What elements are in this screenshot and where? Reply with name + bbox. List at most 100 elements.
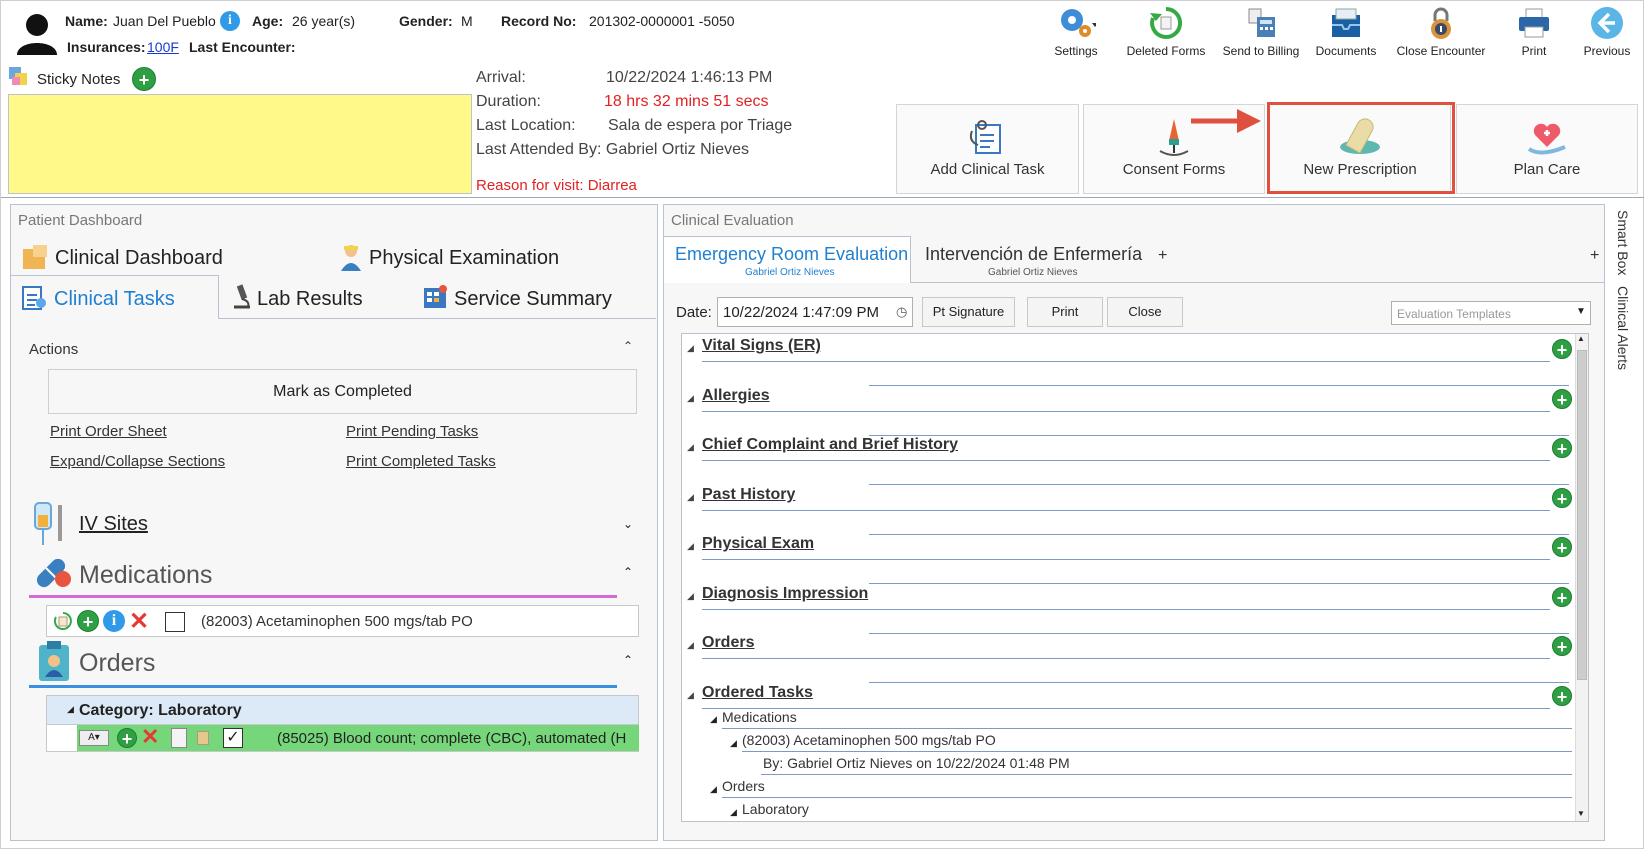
section-past-history-label[interactable]: Past History (702, 486, 795, 504)
print-order-sheet-link[interactable]: Print Order Sheet (50, 423, 167, 440)
patient-dashboard-title: Patient Dashboard (18, 212, 143, 229)
medication-checkbox[interactable] (165, 612, 185, 632)
plan-care-button[interactable]: Plan Care (1456, 104, 1638, 194)
add-tab-button[interactable]: + (1158, 247, 1167, 265)
order-row[interactable]: A▾ + ✕ ✓ (85025) Blood count; complete (… (46, 724, 639, 752)
scroll-down-icon[interactable]: ▼ (1577, 809, 1585, 818)
history-icon[interactable] (53, 611, 73, 631)
previous-label: Previous (1583, 44, 1631, 58)
add-order-button[interactable]: + (117, 728, 137, 749)
heart-hand-icon (1527, 123, 1566, 155)
date-input[interactable]: 10/22/2024 1:47:09 PM ◷ (717, 297, 913, 327)
scroll-thumb[interactable] (1577, 350, 1587, 680)
section-ordered-tasks-label[interactable]: Ordered Tasks (702, 684, 813, 702)
lock-icon (1431, 7, 1451, 39)
tree-orders[interactable]: Orders (722, 778, 765, 794)
tab-clinical-dashboard[interactable]: Clinical Dashboard (55, 247, 223, 270)
deleted-forms-label: Deleted Forms (1126, 44, 1206, 58)
tree-laboratory[interactable]: Laboratory (742, 801, 809, 817)
smart-box-tab[interactable]: Smart Box (1615, 210, 1631, 275)
add-diagnosis-button[interactable]: + (1552, 587, 1572, 608)
microscope-icon (230, 283, 254, 311)
section-physical-exam-label[interactable]: Physical Exam (702, 535, 814, 553)
info-icon[interactable]: i (220, 11, 240, 31)
deleted-forms-button[interactable]: Deleted Forms (1121, 5, 1211, 58)
collapse-medications-icon[interactable]: ⌃ (623, 565, 633, 579)
tab-physical-examination[interactable]: Physical Examination (369, 247, 559, 270)
pt-signature-button[interactable]: Pt Signature (922, 297, 1015, 327)
close-encounter-button[interactable]: Close Encounter (1391, 5, 1491, 58)
record-number: 201302-0000001 -5050 (589, 13, 735, 29)
evaluation-print-button[interactable]: Print (1027, 297, 1103, 327)
add-chief-complaint-button[interactable]: + (1552, 438, 1572, 459)
print-pending-tasks-link[interactable]: Print Pending Tasks (346, 423, 478, 440)
add-evaluation-button[interactable]: + (1590, 247, 1599, 265)
category-expand-icon[interactable]: ◢ (67, 704, 74, 715)
section-vital-signs-label[interactable]: Vital Signs (ER) (702, 337, 821, 355)
tab-service-summary[interactable]: Service Summary (454, 288, 612, 311)
mark-completed-button[interactable]: Mark as Completed (48, 369, 637, 414)
tree-expand-icon[interactable]: ◢ (730, 807, 737, 818)
print-completed-tasks-link[interactable]: Print Completed Tasks (346, 453, 496, 470)
add-allergies-button[interactable]: + (1552, 389, 1572, 410)
add-medication-button[interactable]: + (77, 610, 99, 632)
add-clinical-task-label: Add Clinical Task (930, 161, 1045, 178)
tab-er-evaluation-author: Gabriel Ortiz Nieves (745, 267, 835, 278)
tab-clinical-tasks[interactable]: Clinical Tasks (54, 288, 175, 311)
reason-for-visit: Reason for visit: Diarrea (476, 177, 637, 194)
tree-expand-icon[interactable]: ◢ (730, 738, 737, 749)
tree-med-item[interactable]: (82003) Acetaminophen 500 mgs/tab PO (742, 732, 996, 748)
settings-button[interactable]: Settings (1031, 5, 1121, 58)
scrollbar[interactable]: ▲ ▼ (1575, 334, 1588, 821)
medication-info-icon[interactable]: i (103, 610, 125, 632)
add-ordered-tasks-button[interactable]: + (1552, 686, 1572, 707)
tab-underline (219, 318, 656, 319)
tab-nursing-intervention[interactable]: Intervención de Enfermería (925, 244, 1142, 265)
document-add-icon[interactable] (171, 728, 187, 748)
sticky-note-area[interactable] (8, 94, 472, 194)
font-dropdown-icon[interactable]: A▾ (79, 730, 109, 746)
add-sticky-note-button[interactable]: + (132, 67, 156, 91)
evaluation-close-button[interactable]: Close (1107, 297, 1183, 327)
section-allergies-label[interactable]: Allergies (702, 387, 770, 405)
evaluation-templates-select[interactable]: Evaluation Templates ▼ (1391, 301, 1591, 325)
iv-sites-header[interactable]: IV Sites (79, 513, 148, 536)
remove-order-icon[interactable]: ✕ (141, 724, 159, 750)
section-chief-complaint-label[interactable]: Chief Complaint and Brief History (702, 436, 958, 454)
send-to-billing-button[interactable]: Send to Billing (1216, 5, 1306, 58)
add-clinical-task-button[interactable]: Add Clinical Task (896, 104, 1079, 194)
consent-forms-label: Consent Forms (1122, 161, 1226, 178)
gender-label: Gender: (399, 13, 453, 29)
add-vital-signs-button[interactable]: + (1552, 339, 1572, 360)
previous-button[interactable]: Previous (1567, 5, 1644, 58)
patient-age: 26 year(s) (292, 13, 356, 29)
tree-expand-icon[interactable]: ◢ (710, 714, 717, 725)
print-button[interactable]: Print (1489, 5, 1579, 58)
add-physical-exam-button[interactable]: + (1552, 537, 1572, 558)
insurance-link[interactable]: 100F (147, 39, 179, 55)
note-icon[interactable] (197, 731, 209, 745)
section-diagnosis-label[interactable]: Diagnosis Impression (702, 585, 868, 603)
medication-row[interactable]: + i ✕ (82003) Acetaminophen 500 mgs/tab … (46, 605, 639, 637)
expand-collapse-link[interactable]: Expand/Collapse Sections (50, 453, 225, 470)
tree-medications[interactable]: Medications (722, 709, 797, 725)
collapse-actions-icon[interactable]: ⌃ (623, 339, 633, 353)
documents-button[interactable]: Documents (1301, 5, 1391, 58)
category-row[interactable]: ◢ Category: Laboratory (46, 695, 639, 725)
collapse-orders-icon[interactable]: ⌃ (623, 653, 633, 667)
expand-iv-sites-icon[interactable]: ⌄ (623, 517, 633, 531)
scroll-up-icon[interactable]: ▲ (1577, 334, 1585, 343)
tab-lab-results[interactable]: Lab Results (257, 288, 363, 311)
record-label: Record No: (501, 13, 577, 29)
add-orders-button[interactable]: + (1552, 636, 1572, 657)
order-checkbox[interactable]: ✓ (223, 728, 243, 748)
add-past-history-button[interactable]: + (1552, 488, 1572, 509)
calendar-icon[interactable]: ◷ (896, 304, 907, 320)
clinical-alerts-tab[interactable]: Clinical Alerts (1615, 286, 1631, 370)
remove-medication-icon[interactable]: ✕ (129, 607, 149, 636)
tree-expand-icon[interactable]: ◢ (710, 784, 717, 795)
medication-item-label: (82003) Acetaminophen 500 mgs/tab PO (201, 613, 473, 630)
service-summary-icon (421, 283, 449, 311)
medications-divider (29, 595, 617, 598)
section-orders-label[interactable]: Orders (702, 634, 754, 652)
